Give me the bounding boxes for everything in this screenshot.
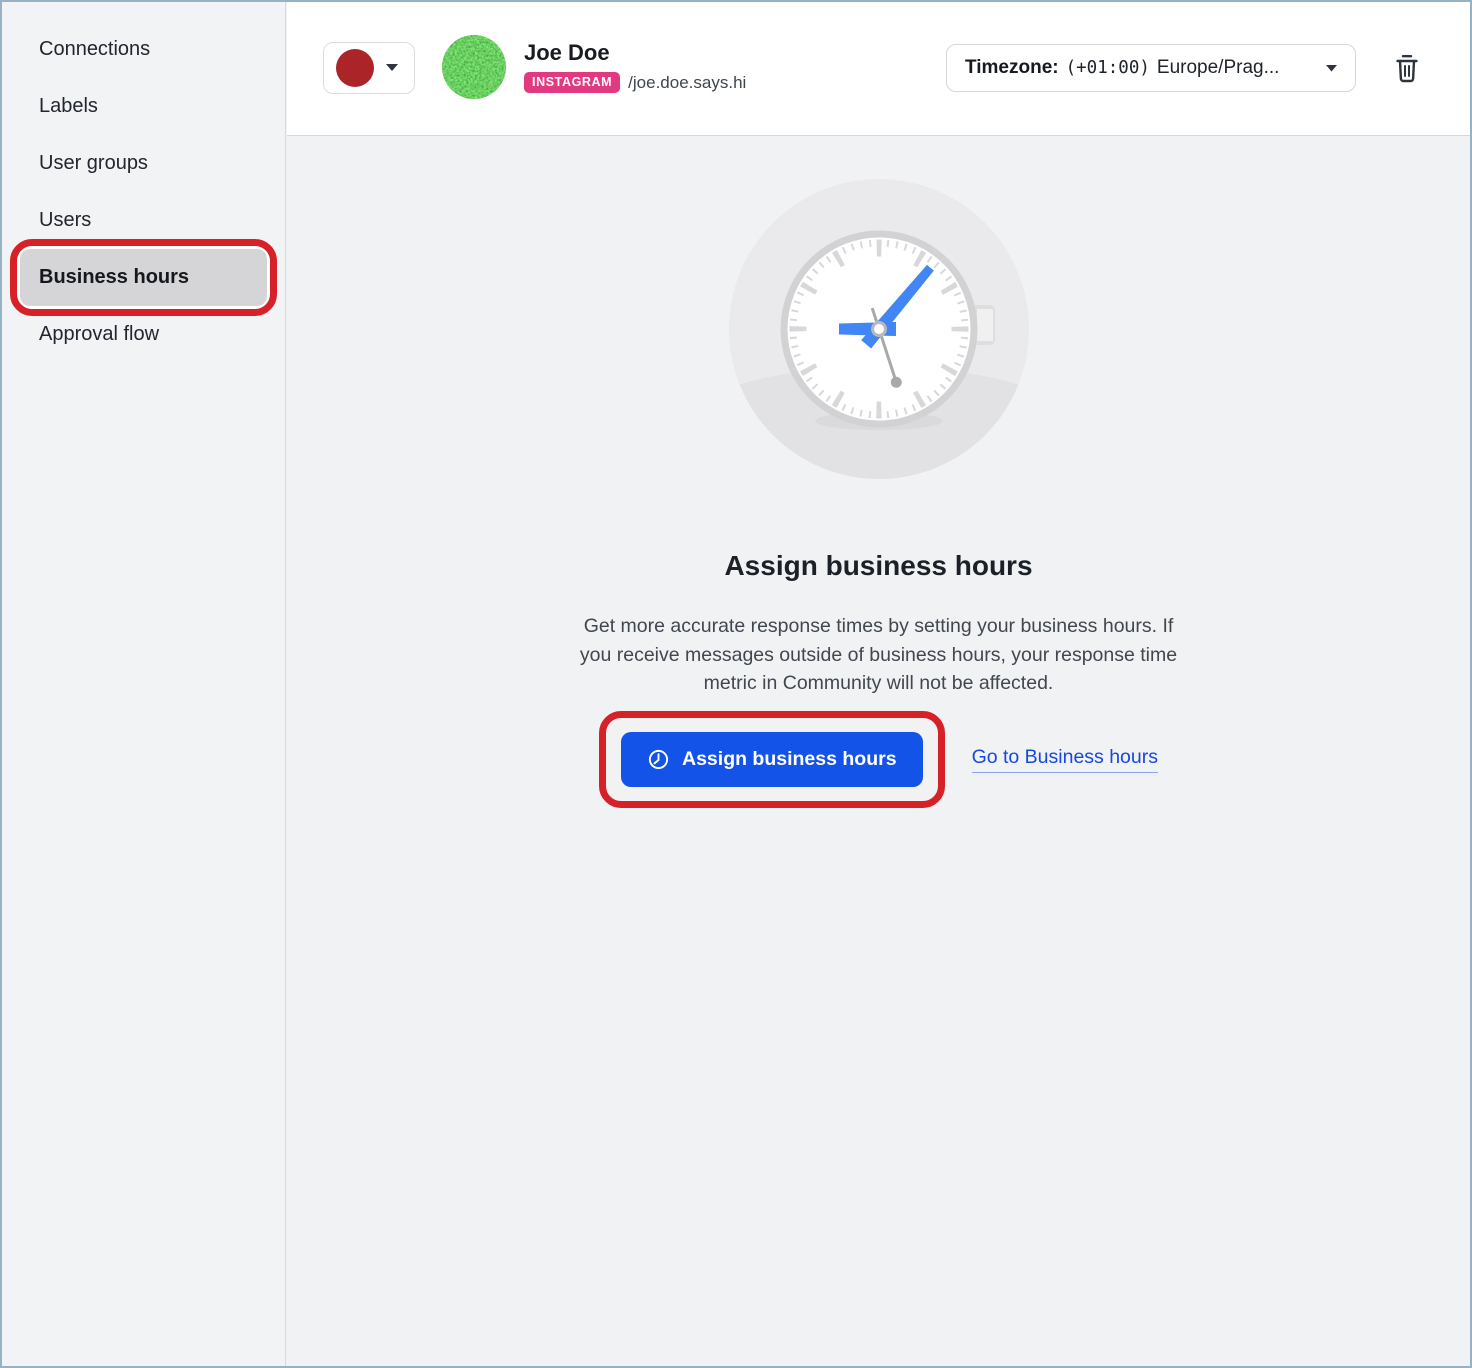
cta-row: Assign business hours Go to Business hou… <box>287 711 1470 808</box>
chevron-down-icon <box>386 64 398 72</box>
sidebar-item-label: Users <box>39 209 91 232</box>
clock-illustration <box>719 169 1039 489</box>
timezone-label: Timezone: <box>965 57 1059 79</box>
sidebar-item-connections[interactable]: Connections <box>2 21 285 78</box>
settings-sidebar: Connections Labels User groups Users Bus… <box>2 2 286 1366</box>
sidebar-item-label: Approval flow <box>39 323 159 346</box>
color-swatch-red-circle <box>336 49 374 87</box>
delete-connection-button[interactable] <box>1390 50 1424 86</box>
sidebar-item-business-hours[interactable]: Business hours <box>20 249 267 306</box>
clock-icon <box>647 748 670 771</box>
assign-business-hours-button[interactable]: Assign business hours <box>621 732 923 787</box>
profile-name: Joe Doe <box>524 40 746 66</box>
sidebar-item-label: Labels <box>39 95 98 118</box>
page-description: Get more accurate response times by sett… <box>569 612 1189 698</box>
profile-avatar <box>442 35 506 99</box>
profile-handle: /joe.doe.says.hi <box>628 73 746 93</box>
timezone-region: Europe/Prag... <box>1157 57 1280 79</box>
platform-badge: INSTAGRAM <box>524 72 620 93</box>
trash-icon <box>1393 53 1421 84</box>
annotation-highlight-assign-button: Assign business hours <box>599 711 945 808</box>
chevron-down-icon <box>1326 65 1337 72</box>
connection-header: Joe Doe INSTAGRAM /joe.doe.says.hi Timez… <box>287 2 1470 136</box>
sidebar-item-label: Business hours <box>39 266 189 289</box>
go-to-business-hours-link[interactable]: Go to Business hours <box>972 746 1158 773</box>
assign-button-label: Assign business hours <box>682 748 897 771</box>
sidebar-item-label: Connections <box>39 38 150 61</box>
annotation-highlight-business-hours: Business hours <box>10 239 277 316</box>
color-swatch-dropdown[interactable] <box>323 42 415 94</box>
sidebar-item-label: User groups <box>39 152 148 175</box>
sidebar-item-labels[interactable]: Labels <box>2 78 285 135</box>
page-title: Assign business hours <box>287 549 1470 583</box>
timezone-select[interactable]: Timezone: (+01:00) Europe/Prag... <box>946 44 1356 92</box>
timezone-offset: (+01:00) <box>1066 58 1150 78</box>
business-hours-empty-state: Assign business hours Get more accurate … <box>287 137 1470 1366</box>
profile-meta: Joe Doe INSTAGRAM /joe.doe.says.hi <box>524 40 746 93</box>
sidebar-item-user-groups[interactable]: User groups <box>2 135 285 192</box>
